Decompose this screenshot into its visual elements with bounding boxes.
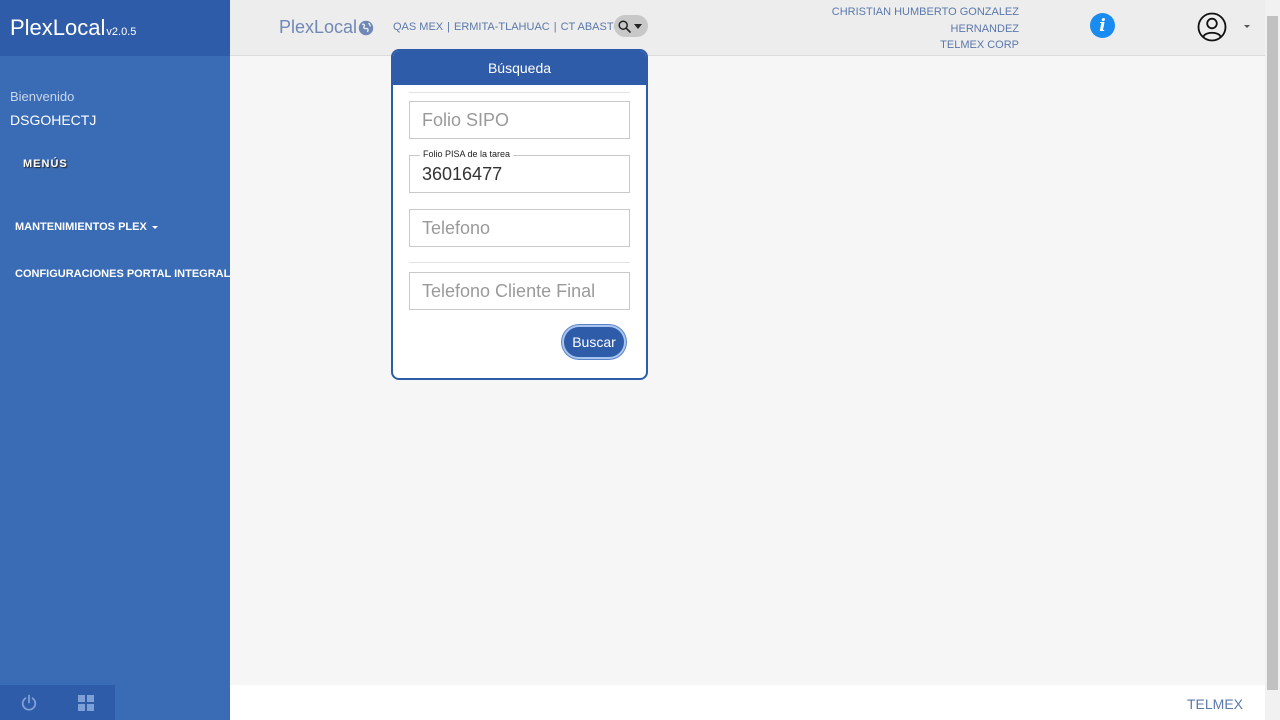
username: DSGOHECTJ xyxy=(10,112,97,128)
brand-name: PlexLocal xyxy=(10,15,106,40)
header-brand[interactable]: PlexLocal xyxy=(279,17,374,38)
location-label: ERMITA-TLAHUAC xyxy=(453,21,550,33)
power-button[interactable] xyxy=(0,685,57,720)
divider xyxy=(409,262,630,263)
telefono-input[interactable] xyxy=(410,210,629,246)
folio-pisa-field[interactable]: Folio PISA de la tarea xyxy=(409,149,630,193)
apps-button[interactable] xyxy=(57,685,114,720)
vertical-scrollbar[interactable] xyxy=(1265,0,1280,720)
company-name: TELMEX CORP xyxy=(940,39,1019,51)
user-name-line1: CHRISTIAN HUMBERTO GONZALEZ xyxy=(831,6,1019,18)
header-brand-label: PlexLocal xyxy=(279,17,358,37)
power-icon xyxy=(21,694,36,711)
page-footer: TELMEX xyxy=(230,685,1265,720)
user-menu-caret-icon[interactable] xyxy=(1244,25,1250,28)
sidebar: PlexLocal v2.0.5 Bienvenido DSGOHECTJ ME… xyxy=(0,0,230,720)
menus-label: MENÚS xyxy=(23,158,68,170)
search-card: Búsqueda Folio PISA de la tarea Buscar xyxy=(391,49,648,380)
folio-pisa-label: Folio PISA de la tarea xyxy=(420,149,514,159)
scrollbar-thumb[interactable] xyxy=(1267,16,1278,690)
environment-info: QAS MEX | ERMITA-TLAHUAC | CT ABASTOS xyxy=(393,21,630,33)
sidebar-item-label: MANTENIMIENTOS PLEX xyxy=(15,221,147,233)
sidebar-item-label: CONFIGURACIONES PORTAL INTEGRAL xyxy=(15,268,231,280)
telefono-field[interactable] xyxy=(409,209,630,247)
folio-sipo-input[interactable] xyxy=(410,102,629,138)
caret-down-icon xyxy=(151,225,158,229)
search-card-title: Búsqueda xyxy=(393,51,646,85)
caret-down-icon xyxy=(634,23,642,29)
environment-label: QAS MEX xyxy=(393,21,444,33)
telefono-cliente-final-input[interactable] xyxy=(410,273,629,309)
folio-sipo-field[interactable] xyxy=(409,101,630,139)
sidebar-item-configuraciones-portal-integral[interactable]: CONFIGURACIONES PORTAL INTEGRAL xyxy=(15,268,230,280)
footer-text: TELMEX xyxy=(1186,696,1243,712)
search-icon xyxy=(618,19,631,33)
divider xyxy=(409,92,630,93)
top-header: PlexLocal QAS MEX | ERMITA-TLAHUAC | CT ABAS… xyxy=(230,0,1265,56)
user-name-line2: HERNANDEZ xyxy=(950,22,1019,35)
folio-pisa-input[interactable] xyxy=(410,156,629,192)
buscar-button[interactable]: Buscar xyxy=(562,325,626,359)
user-info: CHRISTIAN HUMBERTO GONZALEZ HERNANDEZ TE… xyxy=(832,4,1019,54)
grid-icon xyxy=(77,694,94,711)
telefono-cliente-final-field[interactable] xyxy=(409,272,630,310)
welcome-label: Bienvenido xyxy=(10,89,75,104)
brand-version: v2.0.5 xyxy=(106,26,137,38)
sidebar-brand[interactable]: PlexLocal v2.0.5 xyxy=(0,0,230,56)
user-avatar-icon[interactable] xyxy=(1197,12,1227,42)
sidebar-footer xyxy=(0,685,115,720)
search-toggle-button[interactable] xyxy=(614,15,648,37)
globe-icon xyxy=(358,20,374,35)
sidebar-item-mantenimientos-plex[interactable]: MANTENIMIENTOS PLEX xyxy=(15,221,158,233)
info-icon[interactable]: i xyxy=(1090,13,1115,38)
